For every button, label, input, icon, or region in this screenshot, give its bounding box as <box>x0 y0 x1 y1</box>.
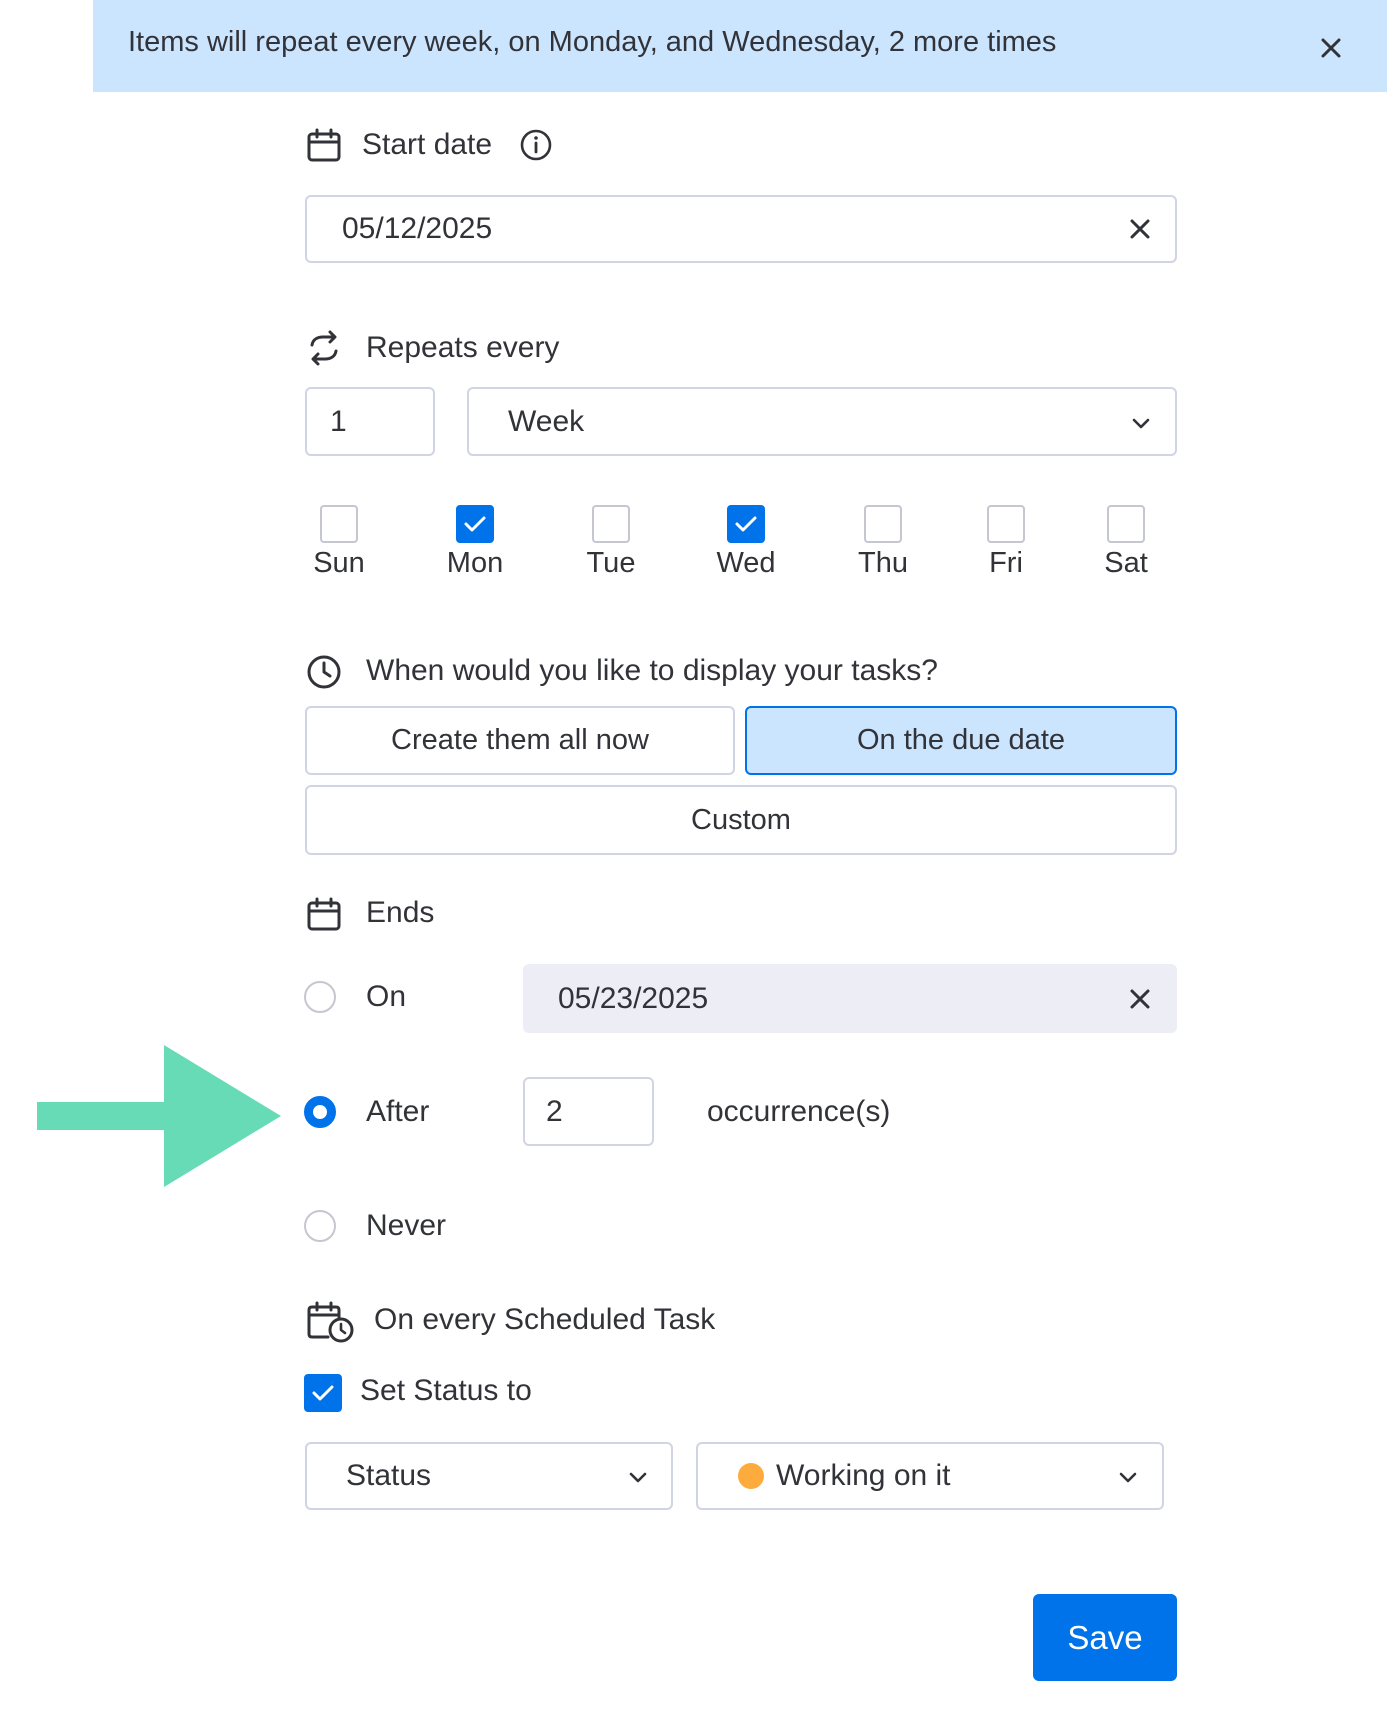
display-question: When would you like to display your task… <box>366 654 938 687</box>
occurrences-input[interactable] <box>523 1077 654 1146</box>
calendar-icon <box>306 896 342 932</box>
clock-icon <box>306 654 342 690</box>
day-label-thu: Thu <box>858 547 908 579</box>
set-status-checkbox[interactable] <box>304 1374 342 1412</box>
save-button[interactable]: Save <box>1033 1594 1177 1681</box>
option-custom[interactable]: Custom <box>305 785 1177 855</box>
calendar-icon <box>306 127 342 163</box>
ends-after-label: After <box>366 1095 430 1128</box>
day-label-fri: Fri <box>989 547 1023 579</box>
set-status-label: Set Status to <box>360 1374 532 1407</box>
chevron-down-icon <box>1117 1466 1139 1488</box>
day-checkbox-tue[interactable] <box>592 505 630 543</box>
repeat-icon <box>306 330 342 366</box>
clear-start-date-icon[interactable] <box>1127 216 1153 242</box>
start-date-value: 05/12/2025 <box>342 212 493 245</box>
ends-never-label: Never <box>366 1209 447 1242</box>
chevron-down-icon <box>627 1466 649 1488</box>
day-checkbox-thu[interactable] <box>864 505 902 543</box>
day-checkbox-mon[interactable] <box>456 505 494 543</box>
ends-on-label: On <box>366 980 407 1013</box>
status-color-dot <box>738 1463 764 1489</box>
day-label-sat: Sat <box>1104 547 1148 579</box>
day-label-tue: Tue <box>586 547 636 579</box>
repeats-every-label: Repeats every <box>366 331 560 364</box>
option-create-all-now[interactable]: Create them all now <box>305 706 735 775</box>
repeat-interval-value: 1 <box>330 405 347 438</box>
scheduled-task-label: On every Scheduled Task <box>374 1303 716 1336</box>
option-on-due-date[interactable]: On the due date <box>745 706 1177 775</box>
day-label-sun: Sun <box>313 547 365 579</box>
status-column-value: Status <box>346 1459 432 1492</box>
day-label-wed: Wed <box>716 547 776 579</box>
info-icon[interactable] <box>519 128 553 162</box>
ends-never-radio[interactable] <box>304 1210 336 1242</box>
banner-close-icon[interactable] <box>1314 31 1348 65</box>
status-value-text: Working on it <box>776 1459 951 1492</box>
day-checkbox-fri[interactable] <box>987 505 1025 543</box>
ends-after-radio[interactable] <box>304 1096 336 1128</box>
ends-on-date-value: 05/23/2025 <box>558 982 709 1015</box>
day-checkbox-wed[interactable] <box>727 505 765 543</box>
banner-message: Items will repeat every week, on Monday,… <box>128 26 1057 58</box>
clear-end-date-icon[interactable] <box>1127 986 1153 1012</box>
day-checkbox-sat[interactable] <box>1107 505 1145 543</box>
repeat-unit-value: Week <box>508 405 585 438</box>
calendar-clock-icon <box>306 1301 354 1343</box>
day-label-mon: Mon <box>446 547 504 579</box>
day-checkbox-sun[interactable] <box>320 505 358 543</box>
occurrences-label: occurrence(s) <box>707 1095 891 1128</box>
ends-label: Ends <box>366 896 435 929</box>
start-date-label: Start date <box>362 128 493 161</box>
occurrences-value: 2 <box>546 1095 563 1128</box>
annotation-arrow <box>37 1045 281 1187</box>
repeat-interval-input[interactable] <box>305 387 435 456</box>
ends-on-radio[interactable] <box>304 981 336 1013</box>
chevron-down-icon <box>1130 412 1152 434</box>
